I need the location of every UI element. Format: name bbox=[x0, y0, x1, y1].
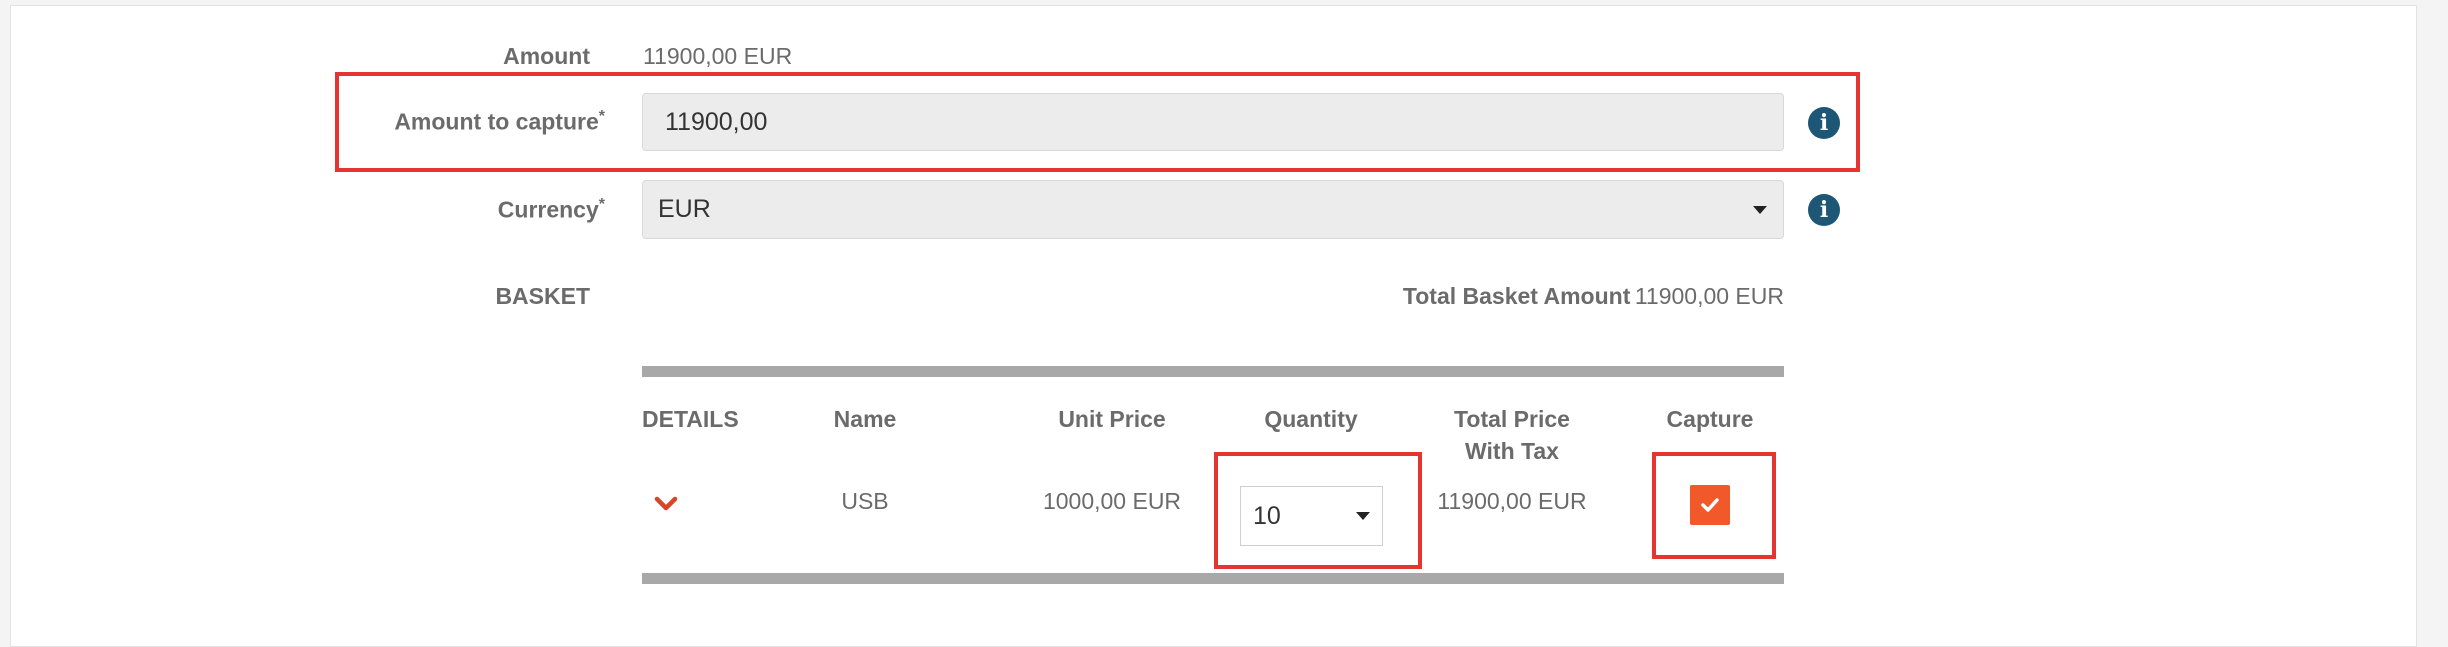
row-total-price: 11900,00 EUR bbox=[1437, 488, 1587, 514]
table-bottom-bar bbox=[642, 573, 1784, 584]
column-header-total-price: Total Price With Tax bbox=[1412, 403, 1612, 467]
total-price-header-line1: Total Price bbox=[1454, 406, 1570, 432]
row-name: USB bbox=[841, 488, 889, 514]
basket-total-label: Total Basket Amount bbox=[1402, 283, 1631, 309]
column-header-unit-price: Unit Price bbox=[1058, 406, 1166, 432]
caret-down-icon bbox=[1356, 512, 1370, 520]
quantity-select[interactable]: 10 bbox=[1240, 486, 1383, 546]
check-icon bbox=[1701, 498, 1719, 512]
total-price-header-line2: With Tax bbox=[1465, 438, 1559, 464]
column-header-name: Name bbox=[833, 406, 897, 432]
basket-total: Total Basket Amount 11900,00 EUR bbox=[1100, 283, 1784, 310]
info-icon[interactable]: i bbox=[1808, 194, 1840, 226]
column-header-capture: Capture bbox=[1666, 406, 1754, 432]
currency-label: Currency* bbox=[497, 196, 605, 223]
chevron-down-icon[interactable] bbox=[652, 490, 680, 518]
amount-to-capture-input[interactable]: 11900,00 bbox=[642, 93, 1784, 151]
amount-value: 11900,00 EUR bbox=[643, 43, 793, 69]
basket-title: BASKET bbox=[495, 283, 590, 309]
column-header-details: DETAILS bbox=[642, 406, 739, 432]
quantity-value: 10 bbox=[1253, 501, 1281, 530]
amount-to-capture-label: Amount to capture* bbox=[394, 108, 605, 135]
capture-checkbox[interactable] bbox=[1690, 485, 1730, 525]
currency-value: EUR bbox=[658, 195, 711, 223]
amount-label: Amount bbox=[503, 43, 590, 69]
caret-down-icon bbox=[1753, 205, 1767, 214]
table-top-bar bbox=[642, 366, 1784, 377]
info-icon[interactable]: i bbox=[1808, 107, 1840, 139]
basket-total-value: 11900,00 EUR bbox=[1634, 283, 1784, 309]
currency-select[interactable]: EUR bbox=[642, 180, 1784, 239]
row-unit-price: 1000,00 EUR bbox=[1042, 488, 1182, 514]
column-header-quantity: Quantity bbox=[1264, 406, 1358, 432]
amount-to-capture-value: 11900,00 bbox=[665, 107, 768, 136]
